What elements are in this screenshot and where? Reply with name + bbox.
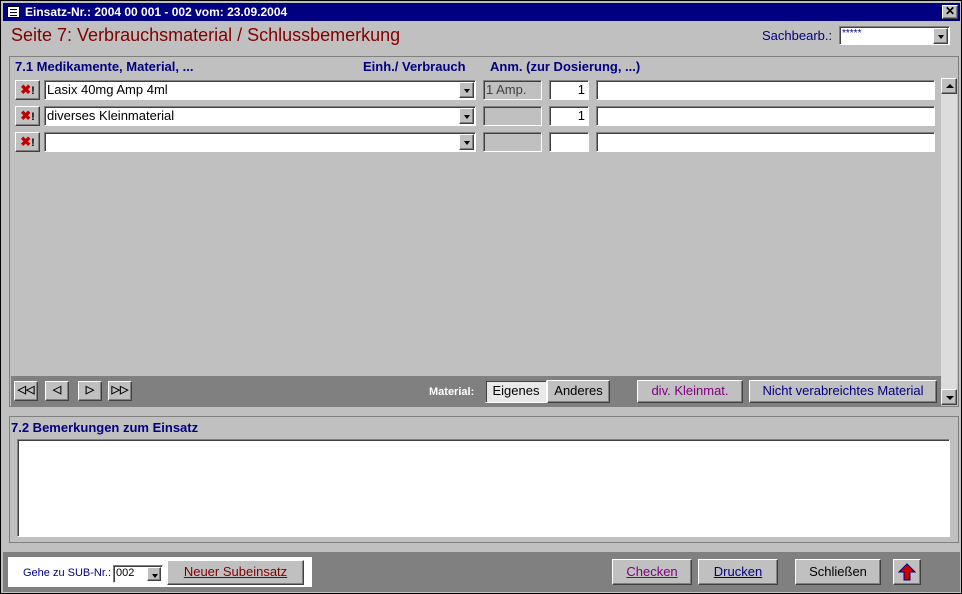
anderes-toggle[interactable]: Anderes: [547, 380, 610, 403]
next-record-icon: ▷: [85, 384, 95, 396]
window-title: Einsatz-Nr.: 2004 00 001 - 002 vom: 23.0…: [25, 5, 288, 19]
quantity-field[interactable]: 1: [549, 106, 589, 126]
note-field[interactable]: [596, 132, 935, 152]
delete-row-button[interactable]: ✖!: [15, 80, 40, 100]
vertical-scrollbar[interactable]: [941, 78, 957, 405]
next-record-button[interactable]: ▷: [78, 381, 102, 401]
chevron-down-icon[interactable]: [459, 134, 474, 150]
goto-sub-label: Gehe zu SUB-Nr.:: [23, 567, 112, 579]
last-record-button[interactable]: ▷▷: [108, 381, 132, 401]
up-arrow-icon: [898, 563, 916, 581]
material-value: diverses Kleinmaterial: [47, 108, 175, 123]
goto-sub-box: Gehe zu SUB-Nr.: 002 Neuer Subeinsatz: [7, 556, 313, 588]
first-record-button[interactable]: ◁◁: [14, 381, 38, 401]
main-window: Einsatz-Nr.: 2004 00 001 - 002 vom: 23.0…: [0, 0, 962, 594]
scroll-down-icon[interactable]: [941, 389, 957, 405]
record-navigation-bar: ◁◁ ◁ ▷ ▷▷ Material: Eigenes Anderes div.…: [11, 376, 941, 406]
material-combo[interactable]: [44, 132, 476, 152]
prev-record-button[interactable]: ◁: [45, 381, 69, 401]
prev-record-icon: ◁: [52, 384, 62, 396]
delete-icon: ✖: [20, 82, 32, 97]
quantity-field[interactable]: 1: [549, 80, 589, 100]
form-icon: [7, 6, 20, 18]
delete-icon: ✖: [20, 134, 32, 149]
unit-field: [483, 132, 542, 152]
close-icon: ✕: [944, 4, 956, 18]
section-7-1-heading: 7.1 Medikamente, Material, ...: [15, 59, 194, 74]
material-combo[interactable]: diverses Kleinmaterial: [44, 106, 476, 126]
footer-bar: Gehe zu SUB-Nr.: 002 Neuer Subeinsatz Ch…: [3, 552, 960, 592]
note-field[interactable]: [596, 106, 935, 126]
sachbearb-label: Sachbearb.:: [762, 28, 833, 43]
last-record-icon: ▷▷: [111, 384, 129, 396]
sachbearb-value: *****: [842, 28, 862, 39]
column-header-unit: Einh./ Verbrauch: [363, 59, 466, 74]
chevron-down-icon[interactable]: [933, 28, 948, 44]
column-header-note: Anm. (zur Dosierung, ...): [490, 59, 641, 74]
section-7-2-heading: 7.2 Bemerkungen zum Einsatz: [11, 420, 199, 435]
first-record-icon: ◁◁: [17, 384, 35, 396]
chevron-down-icon[interactable]: [459, 82, 474, 98]
close-button[interactable]: ✕: [942, 5, 958, 19]
div-kleinmat-button[interactable]: div. Kleinmat.: [637, 380, 743, 403]
material-value: Lasix 40mg Amp 4ml: [47, 82, 168, 97]
unit-field: 1 Amp.: [483, 80, 542, 100]
page-title: Seite 7: Verbrauchsmaterial / Schlussbem…: [11, 25, 401, 45]
chevron-down-icon[interactable]: [459, 108, 474, 124]
schliessen-button[interactable]: Schließen: [795, 559, 881, 585]
scroll-up-icon[interactable]: [941, 78, 957, 94]
sachbearb-combo[interactable]: *****: [839, 26, 950, 45]
material-label: Material:: [429, 386, 475, 398]
delete-row-button[interactable]: ✖!: [15, 106, 40, 126]
remarks-textarea[interactable]: [17, 439, 950, 537]
sub-number-value: 002: [116, 567, 135, 579]
unit-field: [483, 106, 542, 126]
title-bar: Einsatz-Nr.: 2004 00 001 - 002 vom: 23.0…: [3, 3, 960, 21]
scroll-top-button[interactable]: [893, 559, 921, 585]
quantity-field[interactable]: [549, 132, 589, 152]
note-field[interactable]: [596, 80, 935, 100]
sub-number-combo[interactable]: 002: [113, 565, 163, 583]
delete-icon: ✖: [20, 108, 32, 123]
checken-button[interactable]: Checken: [612, 559, 692, 585]
nicht-verabreicht-button[interactable]: Nicht verabreichtes Material: [749, 380, 937, 403]
chevron-down-icon[interactable]: [147, 567, 161, 581]
eigenes-toggle[interactable]: Eigenes: [485, 380, 547, 403]
drucken-button[interactable]: Drucken: [698, 559, 778, 585]
material-combo[interactable]: Lasix 40mg Amp 4ml: [44, 80, 476, 100]
new-subeinsatz-button[interactable]: Neuer Subeinsatz: [167, 560, 304, 585]
delete-row-button[interactable]: ✖!: [15, 132, 40, 152]
